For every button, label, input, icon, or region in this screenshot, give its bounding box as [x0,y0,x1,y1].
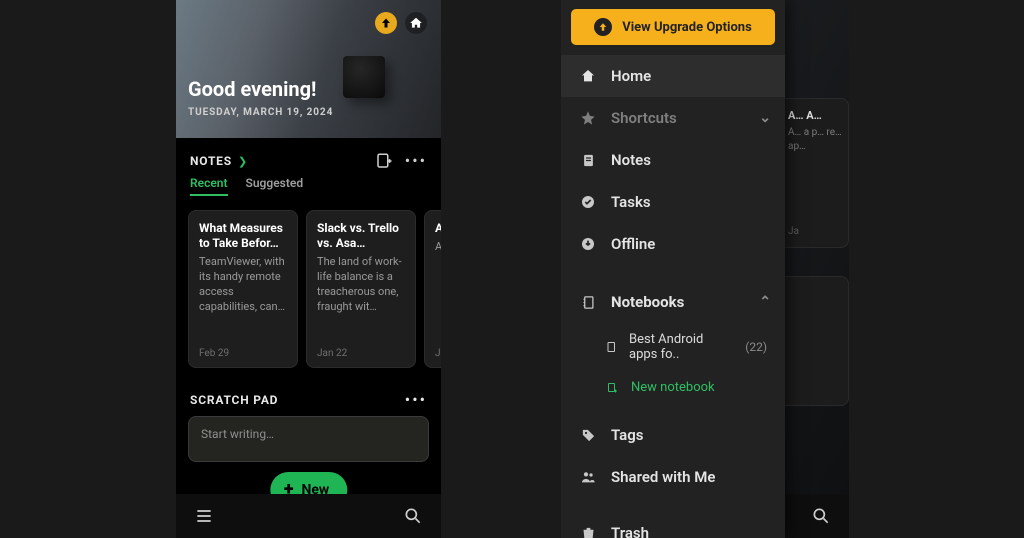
nav-tags[interactable]: Tags [561,414,785,456]
scratchpad-label: SCRATCH PAD [190,393,278,407]
note-card-excerpt: TeamViewer, with its handy remote access… [199,255,287,314]
note-card-excerpt: A… [435,240,441,255]
new-notebook-label: New notebook [631,380,715,395]
nav-label: Tasks [611,193,651,211]
hero-banner: Good evening! TUESDAY, MARCH 19, 2024 [176,0,441,138]
new-notebook-button[interactable]: New notebook [561,371,785,404]
nav-label: Home [611,67,651,85]
tag-icon [579,428,597,443]
notebook-plus-icon [605,382,619,394]
nav-notes[interactable]: Notes [561,139,785,181]
nav-label: Offline [611,235,655,253]
scratchpad-input[interactable]: Start writing… [188,416,429,462]
note-card-date: Feb 29 [199,348,287,359]
upgrade-label: View Upgrade Options [622,21,752,34]
download-icon [579,236,597,252]
check-circle-icon [579,194,597,210]
home-icon[interactable] [405,12,427,34]
notes-section-header[interactable]: NOTES ❯ [190,154,247,168]
nav-offline[interactable]: Offline [561,223,785,265]
home-screen: Good evening! TUESDAY, MARCH 19, 2024 NO… [176,0,441,538]
notes-label: NOTES [190,154,232,168]
drawer-screen: ••• A… A… A… a p… re… ap… Ja View Upgrad… [561,0,849,538]
nav-label: Trash [611,524,649,538]
nav-label: Notebooks [611,293,684,311]
note-card[interactable]: A… A… Ja [424,210,441,368]
note-card[interactable]: Slack vs. Trello vs. Asa… The land of wo… [306,210,416,368]
nav-label: Tags [611,426,644,444]
note-card-title: A… A… [788,109,842,122]
nav-label: Shortcuts [611,109,677,127]
nav-label: Notes [611,151,651,169]
notebook-small-icon [605,341,617,353]
nav-label: Shared with Me [611,468,715,486]
notebook-count: (22) [745,340,767,354]
note-card-title: What Measures to Take Befor… [199,221,287,251]
chevron-right-icon: ❯ [238,155,247,168]
nav-drawer: View Upgrade Options Home Shortcuts ⌄ [561,0,785,538]
notebook-item[interactable]: Best Android apps fo.. (22) [561,323,785,371]
notebook-name: Best Android apps fo.. [629,332,727,362]
tab-recent[interactable]: Recent [190,176,228,196]
menu-icon[interactable] [194,506,214,526]
note-card-date: Ja [435,348,441,359]
star-icon [579,110,597,126]
add-note-icon[interactable] [375,152,393,170]
note-card-date: Ja [788,226,842,237]
nav-trash[interactable]: Trash [561,512,785,538]
more-icon[interactable]: ••• [405,153,427,169]
notes-card-row: What Measures to Take Befor… TeamViewer,… [176,204,441,374]
greeting-text: Good evening! [188,77,333,101]
more-icon[interactable]: ••• [405,392,427,408]
home-icon [579,68,597,84]
search-icon[interactable] [811,506,831,526]
nav-home[interactable]: Home [561,55,785,97]
scratchpad-placeholder: Start writing… [201,427,274,441]
chevron-up-icon: ⌃ [759,294,771,310]
note-card-excerpt: A… a p… re… ap… [788,126,842,153]
chevron-down-icon: ⌄ [759,110,771,126]
note-card-date: Jan 22 [317,348,405,359]
note-card[interactable]: A… A… A… a p… re… ap… Ja [777,98,849,248]
nav-shared[interactable]: Shared with Me [561,456,785,498]
nav-shortcuts[interactable]: Shortcuts ⌄ [561,97,785,139]
upgrade-arrow-icon [594,18,612,36]
date-text: TUESDAY, MARCH 19, 2024 [188,107,333,118]
note-card-title: Slack vs. Trello vs. Asa… [317,221,405,251]
notebook-icon [579,295,597,310]
note-card-title: A… [435,221,441,236]
trash-icon [579,526,597,538]
people-icon [579,469,597,485]
nav-tasks[interactable]: Tasks [561,181,785,223]
note-card[interactable]: What Measures to Take Befor… TeamViewer,… [188,210,298,368]
upgrade-button[interactable]: View Upgrade Options [571,9,775,45]
note-icon [579,153,597,168]
note-card-excerpt: The land of work-life balance is a treac… [317,255,405,314]
note-card[interactable] [777,276,849,406]
nav-notebooks[interactable]: Notebooks ⌃ [561,281,785,323]
upgrade-badge-icon[interactable] [375,12,397,34]
search-icon[interactable] [403,506,423,526]
tab-suggested[interactable]: Suggested [246,176,304,196]
